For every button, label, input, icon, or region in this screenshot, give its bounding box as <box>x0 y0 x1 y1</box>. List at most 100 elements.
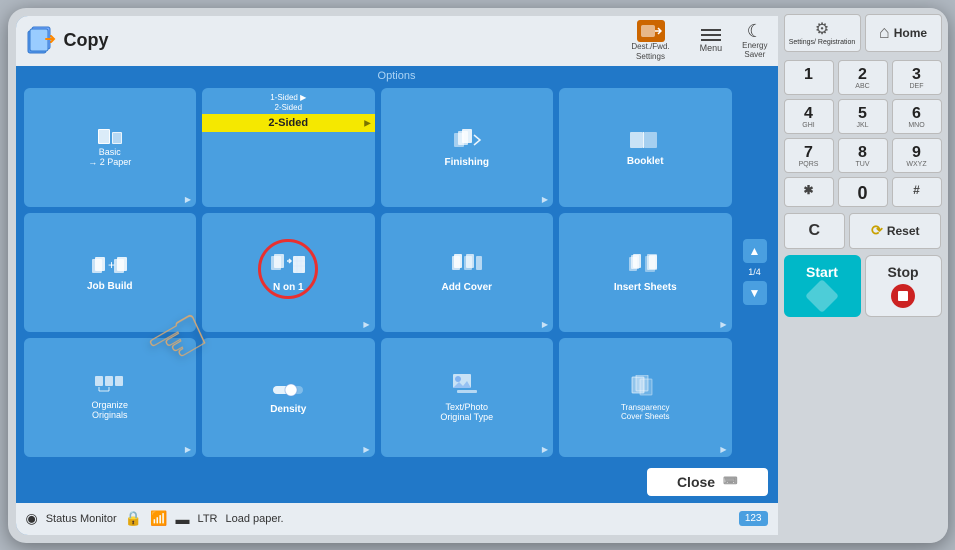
status-monitor-label: Status Monitor <box>46 513 117 525</box>
paper-size: LTR <box>198 513 218 525</box>
insert-sheets-button[interactable]: Insert Sheets ▶ <box>559 213 732 332</box>
stop-inner-icon <box>898 291 908 301</box>
options-section-label: Options <box>16 66 778 84</box>
key-9-label: 9 <box>912 144 921 161</box>
density-button[interactable]: Density ▶ <box>202 338 375 457</box>
scroll-up-button[interactable]: ▲ <box>743 239 767 263</box>
key-6-label: 6 <box>912 105 921 122</box>
menu-button[interactable]: Menu <box>700 29 723 53</box>
bottom-bar: Close ⌨ <box>16 461 778 503</box>
scroll-down-button[interactable]: ▼ <box>743 281 767 305</box>
key-3-sub: DEF <box>897 83 937 90</box>
arrow-icon: ▶ <box>185 195 191 204</box>
lock-icon: 🔒 <box>125 510 142 527</box>
stop-button[interactable]: Stop <box>865 255 942 317</box>
n-on-1-button[interactable]: N on 1 ▶ <box>202 213 375 332</box>
text-photo-icon <box>453 374 481 399</box>
energy-saver-button[interactable]: ☾ EnergySaver <box>742 21 767 60</box>
density-label: Density <box>270 404 306 415</box>
booklet-label: Booklet <box>627 156 664 167</box>
copy-label: Copy <box>64 30 109 51</box>
key-2-sub: ABC <box>843 83 883 90</box>
finishing-button[interactable]: Finishing ▶ <box>381 88 554 207</box>
reset-button[interactable]: ⟳ Reset <box>849 213 941 249</box>
key-hash[interactable]: # <box>892 177 942 207</box>
key-3-label: 3 <box>912 66 921 83</box>
density-arrow: ▶ <box>363 445 369 454</box>
energy-saver-label: EnergySaver <box>742 42 767 60</box>
key-0[interactable]: 0 <box>838 177 888 207</box>
transparency-arrow: ▶ <box>720 445 726 454</box>
key-5[interactable]: 5JKL <box>838 99 888 134</box>
dest-icon-svg <box>640 23 662 39</box>
key-9-sub: WXYZ <box>897 161 937 168</box>
key-3[interactable]: 3DEF <box>892 60 942 95</box>
dest-fwd-button[interactable]: Dest./Fwd.Settings <box>631 20 669 61</box>
text-photo-arrow: ▶ <box>542 445 548 454</box>
job-build-icon-svg: + <box>92 255 128 275</box>
stop-label: Stop <box>887 264 918 280</box>
insert-sheets-icon <box>629 254 661 279</box>
copy-section: Copy <box>26 25 109 57</box>
job-build-label: Job Build <box>87 281 133 292</box>
touch-screen: Copy Dest./Fwd.Settings Menu <box>16 16 778 535</box>
density-icon <box>273 382 303 401</box>
stop-circle-icon <box>891 284 915 308</box>
sided-top-label: 1-Sided ▶2-Sided <box>202 88 375 114</box>
start-stop-row: Start Stop <box>784 255 942 317</box>
basic-2-paper-button[interactable]: Basic→ 2 Paper ▶ <box>24 88 197 207</box>
key-6[interactable]: 6MNO <box>892 99 942 134</box>
load-paper-label: Load paper. <box>225 513 283 525</box>
2-sided-button[interactable]: 1-Sided ▶2-Sided 2-Sided ▶ <box>202 88 375 207</box>
clear-button[interactable]: C <box>784 213 846 249</box>
home-label: Home <box>894 26 927 40</box>
organize-icon <box>95 376 125 397</box>
add-cover-icon-svg <box>452 254 482 276</box>
key-7[interactable]: 7PQRS <box>784 138 834 173</box>
home-button[interactable]: ⌂ Home <box>865 14 942 52</box>
n-on-1-icon-svg <box>271 254 305 276</box>
key-8[interactable]: 8TUV <box>838 138 888 173</box>
status-indicator: 123 <box>739 511 768 526</box>
add-cover-button[interactable]: Add Cover ▶ <box>381 213 554 332</box>
settings-registration-button[interactable]: ⚙ Settings/ Registration <box>784 14 861 52</box>
job-build-button[interactable]: + Job Build <box>24 213 197 332</box>
key-4[interactable]: 4GHI <box>784 99 834 134</box>
booklet-button[interactable]: Booklet <box>559 88 732 207</box>
key-9[interactable]: 9WXYZ <box>892 138 942 173</box>
home-icon: ⌂ <box>879 22 890 43</box>
key-2-label: 2 <box>858 66 867 83</box>
add-cover-arrow: ▶ <box>542 320 548 329</box>
page-indicator: 1/4 <box>748 267 761 277</box>
key-5-sub: JKL <box>843 122 883 129</box>
job-build-icon: + <box>92 255 128 278</box>
finishing-label: Finishing <box>445 157 489 168</box>
start-button[interactable]: Start <box>784 255 861 317</box>
scroll-area: ▲ 1/4 ▼ <box>740 88 770 457</box>
transparency-icon <box>630 375 660 400</box>
finishing-icon-svg <box>452 129 482 151</box>
key-5-label: 5 <box>858 105 867 122</box>
text-photo-button[interactable]: Text/PhotoOriginal Type ▶ <box>381 338 554 457</box>
basic-paper-label: Basic→ 2 Paper <box>88 147 131 167</box>
transparency-button[interactable]: TransparencyCover Sheets ▶ <box>559 338 732 457</box>
text-photo-icon-svg <box>453 374 481 396</box>
key-star[interactable]: ✱ <box>784 177 834 207</box>
key-8-label: 8 <box>858 144 867 161</box>
close-button[interactable]: Close ⌨ <box>647 468 768 496</box>
pages-icon <box>98 129 122 144</box>
action-row: C ⟳ Reset <box>784 213 942 249</box>
key-2[interactable]: 2ABC <box>838 60 888 95</box>
density-icon-svg <box>273 382 303 398</box>
organize-originals-button[interactable]: OrganizeOriginals ▶ <box>24 338 197 457</box>
booklet-icon-svg <box>630 130 660 150</box>
insert-sheets-icon-svg <box>629 254 661 276</box>
key-1[interactable]: 1 <box>784 60 834 95</box>
menu-label: Menu <box>700 43 723 53</box>
n-on-1-icon <box>271 254 305 279</box>
close-icon: ⌨ <box>723 476 737 487</box>
add-cover-label: Add Cover <box>441 282 492 293</box>
reset-icon: ⟳ <box>871 222 883 239</box>
organize-label: OrganizeOriginals <box>91 400 128 420</box>
top-bar: Copy Dest./Fwd.Settings Menu <box>16 16 778 66</box>
